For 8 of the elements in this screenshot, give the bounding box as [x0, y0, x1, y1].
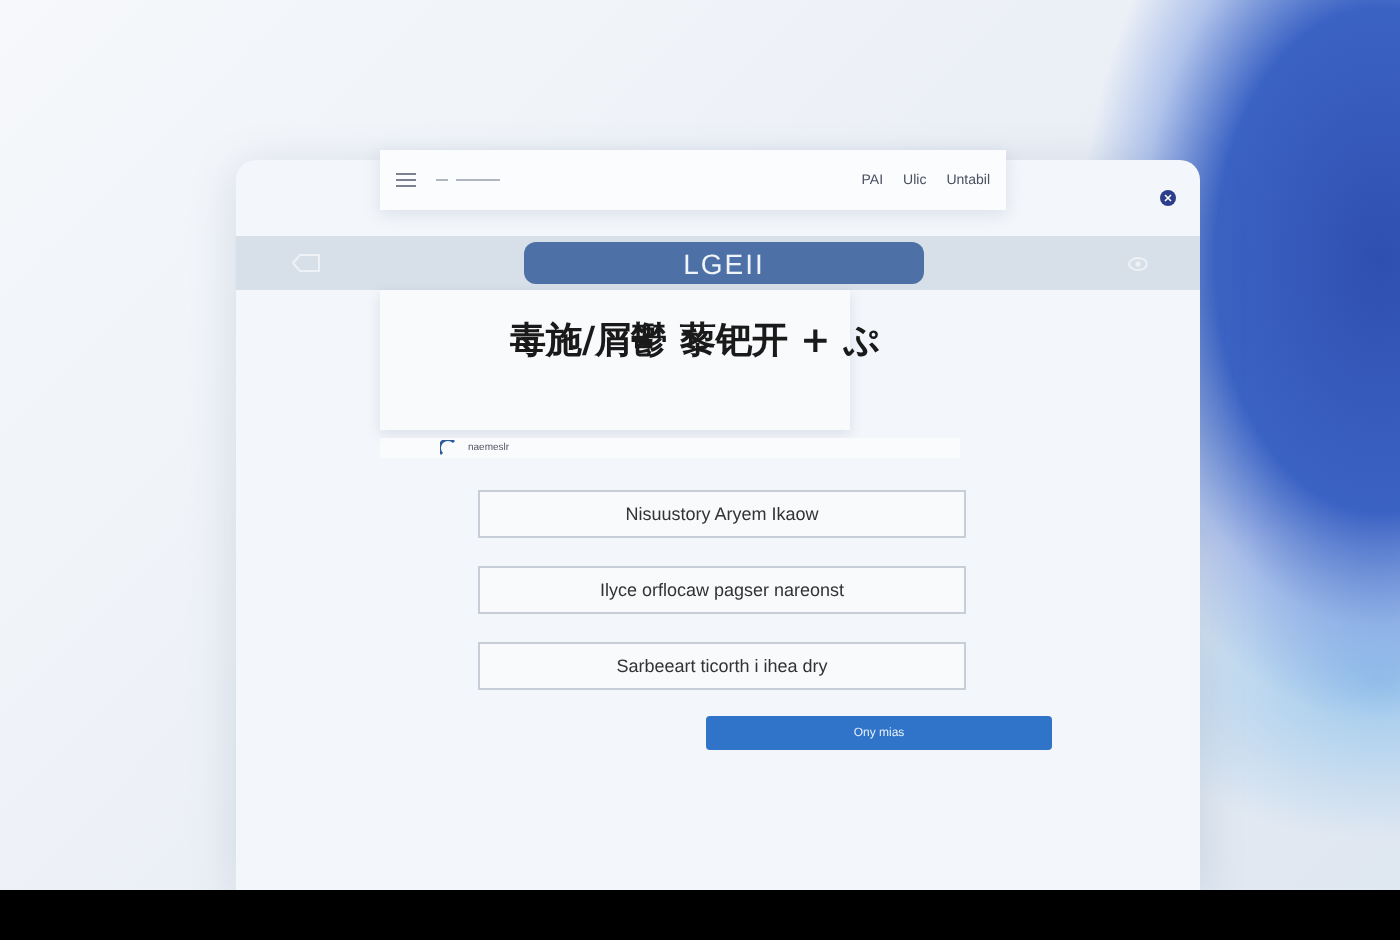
input-field[interactable]: Ilyce orflocaw pagser nareonst — [478, 566, 966, 614]
heading: 毒施/屑鬱 藜钯开 + ぷ — [510, 318, 879, 364]
input-field[interactable]: Sarbeeart ticorth i ihea dry — [478, 642, 966, 690]
menu-icon[interactable] — [396, 172, 416, 188]
page-title: LGEII — [524, 242, 924, 284]
close-icon[interactable] — [1160, 190, 1176, 206]
swirl-icon — [440, 440, 456, 456]
input-field[interactable]: Nisuustory Aryem Ikaow — [478, 490, 966, 538]
